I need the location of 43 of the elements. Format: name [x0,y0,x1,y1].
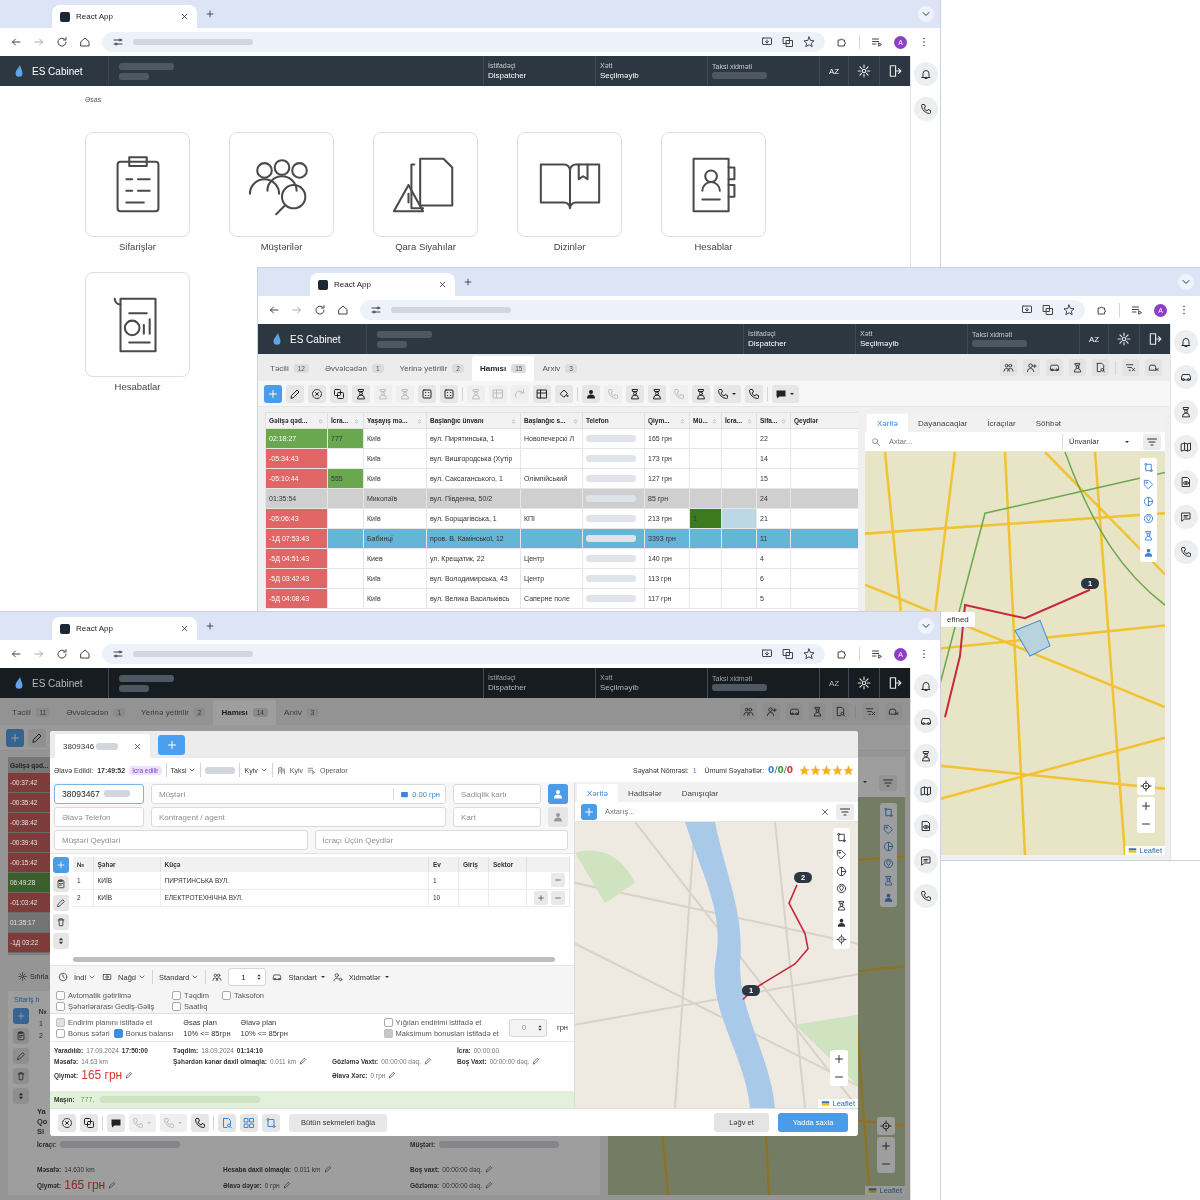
tab[interactable]: Danışıqlar [671,784,729,802]
header-field-value: Dispatcher [748,339,788,348]
input-field[interactable]: Kart [453,807,541,827]
tab[interactable]: Xəritə [867,414,908,432]
separator: / [774,765,778,775]
tab[interactable]: 3809346 [55,734,150,758]
trip-count: 0 [777,765,784,775]
tab[interactable]: Dayanacaqlar [907,414,978,432]
brand-name: ES Cabinet [32,65,84,77]
input-field[interactable]: Kontragent / agent [151,807,446,827]
brand-name: ES Cabinet [32,677,84,689]
tile-label: Müştərilər [260,241,303,252]
header-field-value: Seçilməyib [600,683,640,692]
tile-label: Sifarişlər [119,241,156,252]
header-field-value: Dispatcher [488,71,528,80]
separator: / [783,765,787,775]
brand-name: ES Cabinet [290,333,342,345]
browser-tab[interactable]: React App [52,617,197,640]
price: 165 грн [81,1068,123,1082]
input-field[interactable]: Müştəri Qeydləri [54,830,308,850]
header-field-value: Seçilməyib [860,339,900,348]
tile-label: Qara Siyahılar [395,241,456,252]
language-selector[interactable]: AZ [819,56,848,86]
input-field[interactable]: Əlavə Telefon [54,807,144,827]
header-field-value: Seçilməyib [600,71,640,80]
browser-tab[interactable]: React App [310,273,455,296]
tile-label: Hesablar [694,241,733,252]
input-field[interactable]: Sadiqlik kartı [453,784,541,804]
browser-tab[interactable]: React App [52,5,197,28]
tab[interactable]: Hadisələr [617,784,672,802]
number-field[interactable]: 1 [228,968,267,986]
tab[interactable]: Söhbət [1025,414,1072,432]
trip-count: 0 [786,765,793,775]
trip-count: 0 [768,765,775,775]
input-field[interactable]: 38093467 [54,784,144,804]
input-field[interactable]: İcraçı Üçün Qeydlər [314,830,568,850]
map-popup: efined [941,612,975,627]
tab[interactable]: İcraçılar [977,414,1026,432]
tile-label: Hesabatlar [114,381,161,392]
header-field-value: Dispatcher [488,683,528,692]
price: 165 грн [64,1178,106,1192]
tab[interactable]: Xəritə [577,784,618,802]
tile-label: Dizinlər [553,241,586,252]
